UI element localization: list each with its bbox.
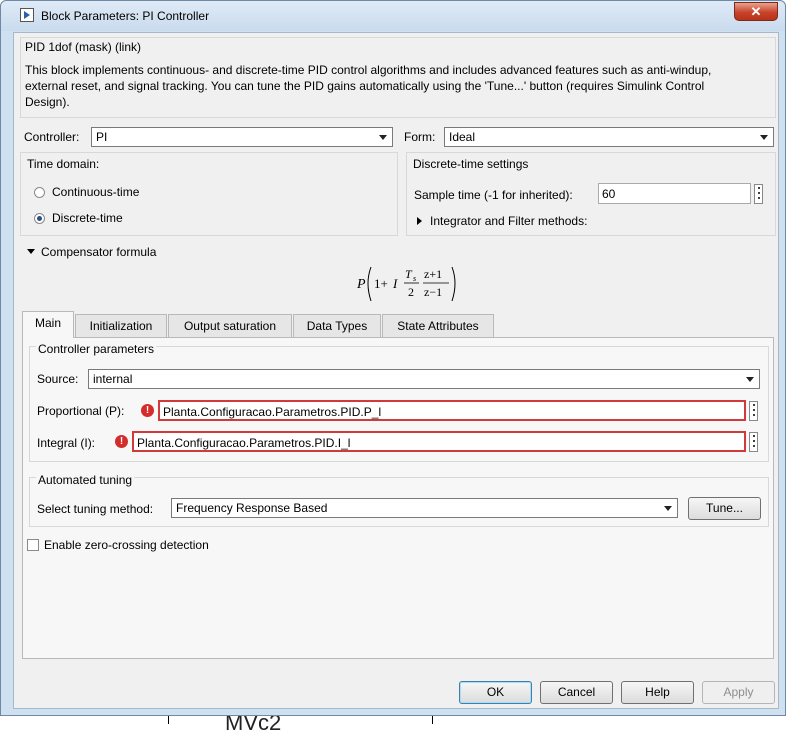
chevron-down-icon bbox=[760, 135, 768, 140]
tune-button[interactable]: Tune... bbox=[688, 497, 761, 520]
close-button[interactable]: ✕ bbox=[734, 2, 778, 21]
apply-button: Apply bbox=[702, 681, 775, 704]
time-domain-group: Time domain: Continuous-time Discrete-ti… bbox=[20, 152, 398, 236]
tab-data-types[interactable]: Data Types bbox=[293, 314, 381, 337]
integrator-methods-label[interactable]: Integrator and Filter methods: bbox=[430, 214, 587, 228]
tab-panel-main: Controller parameters Source: internal P… bbox=[22, 337, 774, 659]
sample-time-label: Sample time (-1 for inherited): bbox=[414, 188, 573, 202]
tab-initialization[interactable]: Initialization bbox=[75, 314, 167, 337]
integral-input[interactable]: Planta.Configuracao.Parametros.PID.I_l bbox=[132, 431, 746, 452]
window-title: Block Parameters: PI Controller bbox=[41, 9, 210, 23]
form-label: Form: bbox=[404, 130, 436, 144]
source-label: Source: bbox=[37, 372, 79, 386]
zero-crossing-checkbox[interactable] bbox=[27, 539, 39, 551]
sample-time-input[interactable]: 60 bbox=[598, 183, 751, 204]
form-value: Ideal bbox=[449, 130, 476, 144]
sample-time-options-icon[interactable] bbox=[754, 184, 763, 204]
error-icon: ! bbox=[115, 435, 128, 448]
zero-crossing-label[interactable]: Enable zero-crossing detection bbox=[44, 538, 209, 552]
form-dropdown[interactable]: Ideal bbox=[444, 127, 774, 147]
formula-paren-right bbox=[451, 266, 456, 302]
controller-value: PI bbox=[96, 130, 108, 144]
discrete-settings-label: Discrete-time settings bbox=[413, 157, 529, 171]
controller-parameters-label: Controller parameters bbox=[36, 342, 157, 356]
tab-main[interactable]: Main bbox=[22, 311, 74, 338]
cancel-button[interactable]: Cancel bbox=[540, 681, 613, 704]
discrete-time-label[interactable]: Discrete-time bbox=[52, 211, 123, 225]
integral-options-icon[interactable] bbox=[749, 432, 758, 452]
discrete-time-radio[interactable] bbox=[34, 213, 45, 224]
continuous-time-radio[interactable] bbox=[34, 187, 45, 198]
automated-tuning-label: Automated tuning bbox=[36, 473, 135, 487]
mask-header: PID 1dof (mask) (link) bbox=[25, 40, 142, 54]
help-button[interactable]: Help bbox=[621, 681, 694, 704]
compensator-formula: P 1+ I T s 2 z+1 z−1 bbox=[356, 266, 456, 302]
controller-dropdown[interactable]: PI bbox=[91, 127, 393, 147]
controller-parameters-group: Controller parameters Source: internal P… bbox=[29, 342, 769, 462]
formula-p: P bbox=[356, 277, 366, 292]
formula-two: 2 bbox=[408, 285, 414, 299]
formula-ts: T bbox=[405, 267, 413, 281]
formula-num: z+1 bbox=[424, 267, 442, 281]
chevron-down-icon bbox=[379, 135, 387, 140]
tab-state-attributes[interactable]: State Attributes bbox=[382, 314, 494, 337]
simulink-block-icon bbox=[20, 8, 34, 22]
discrete-settings-group: Discrete-time settings Sample time (-1 f… bbox=[406, 152, 776, 236]
title-bar[interactable]: Block Parameters: PI Controller ✕ bbox=[1, 1, 785, 31]
automated-tuning-group: Automated tuning Select tuning method: F… bbox=[29, 473, 769, 527]
chevron-down-icon bbox=[664, 506, 672, 511]
error-icon: ! bbox=[141, 404, 154, 417]
continuous-time-label[interactable]: Continuous-time bbox=[52, 185, 139, 199]
proportional-label: Proportional (P): bbox=[37, 404, 125, 418]
tuning-method-label: Select tuning method: bbox=[37, 502, 154, 516]
controller-label: Controller: bbox=[24, 130, 80, 144]
collapse-arrow-icon[interactable] bbox=[27, 249, 35, 254]
source-dropdown[interactable]: internal bbox=[88, 369, 760, 389]
formula-den: z−1 bbox=[424, 285, 442, 299]
formula-ts-sub: s bbox=[413, 274, 416, 283]
proportional-input[interactable]: Planta.Configuracao.Parametros.PID.P_l bbox=[158, 400, 746, 421]
dialog-window: Block Parameters: PI Controller ✕ PID 1d… bbox=[0, 0, 786, 716]
tab-output-saturation[interactable]: Output saturation bbox=[168, 314, 292, 337]
ok-button[interactable]: OK bbox=[459, 681, 532, 704]
mask-description-group: PID 1dof (mask) (link) This block implem… bbox=[20, 37, 776, 118]
tuning-method-dropdown[interactable]: Frequency Response Based bbox=[171, 498, 678, 518]
integral-label: Integral (I): bbox=[37, 436, 96, 450]
formula-i: I bbox=[392, 276, 398, 291]
chevron-down-icon bbox=[746, 377, 754, 382]
time-domain-label: Time domain: bbox=[27, 157, 100, 171]
mask-description: This block implements continuous- and di… bbox=[25, 63, 712, 109]
proportional-options-icon[interactable] bbox=[749, 401, 758, 421]
formula-paren-left bbox=[367, 266, 372, 302]
formula-one-plus: 1+ bbox=[374, 276, 388, 291]
compensator-formula-label[interactable]: Compensator formula bbox=[41, 245, 156, 259]
expand-arrow-icon[interactable] bbox=[417, 217, 422, 225]
